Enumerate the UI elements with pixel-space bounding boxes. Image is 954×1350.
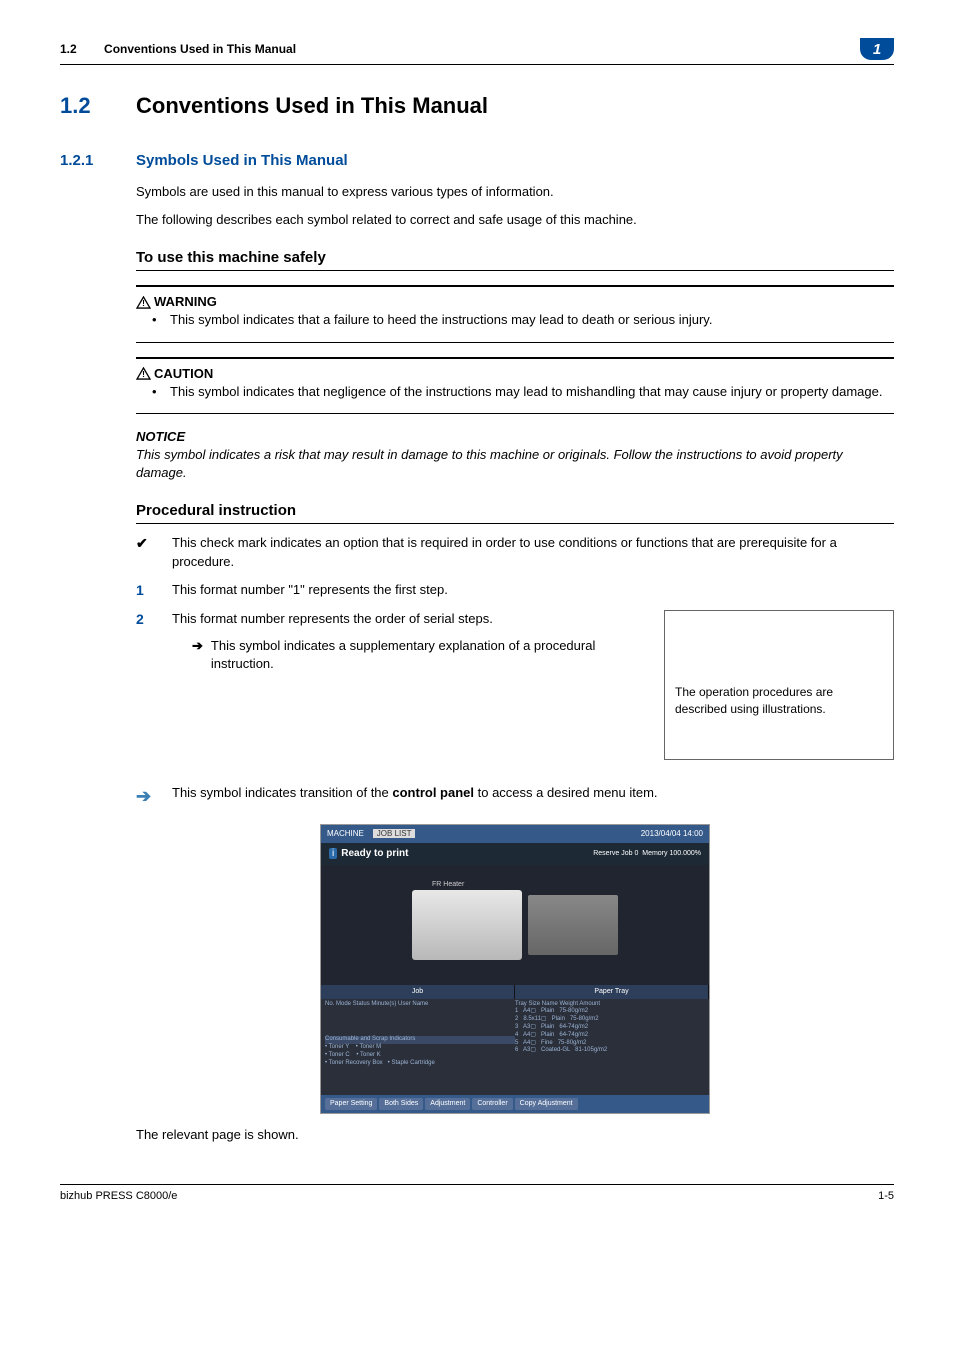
panel-top-bar: MACHINE JOB LIST 2013/04/04 14:00	[321, 825, 709, 843]
panel-bot3: Adjustment	[425, 1098, 470, 1110]
check-step: ✔ This check mark indicates an option th…	[136, 534, 894, 570]
panel-tab-machine: MACHINE	[327, 829, 364, 838]
page-footer: bizhub PRESS C8000/e 1-5	[60, 1184, 894, 1204]
chapter-badge: 1	[860, 38, 894, 60]
heater-label: FR Heater	[432, 880, 464, 890]
panel-reserve-label: Reserve Job	[593, 850, 632, 857]
step-text: This format number "1" represents the fi…	[172, 581, 894, 601]
panel-table: No. Mode Status Minute(s) User Name Cons…	[321, 999, 709, 1069]
caution-triangle-icon: !	[136, 367, 151, 380]
step-2: 2 This format number represents the orde…	[136, 610, 894, 760]
section-heading-text: Conventions Used in This Manual	[136, 93, 488, 118]
safely-heading: To use this machine safely	[136, 247, 894, 271]
panel-datetime: 2013/04/04 14:00	[641, 828, 703, 839]
warning-head: ! WARNING	[136, 293, 894, 311]
header-left: 1.2 Conventions Used in This Manual	[60, 41, 296, 58]
tray-headers: Tray Size Name Weight Amount	[515, 1001, 705, 1009]
panel-bottom-bar: Paper Setting Both Sides Adjustment Cont…	[321, 1095, 709, 1113]
footer-product: bizhub PRESS C8000/e	[60, 1189, 177, 1204]
transition-bold: control panel	[392, 785, 474, 800]
caution-head: ! CAUTION	[136, 365, 894, 383]
transition-row: ➔ This symbol indicates transition of th…	[136, 784, 894, 809]
step2-subtext: This symbol indicates a supplementary ex…	[211, 637, 652, 673]
header-section-number: 1.2	[60, 42, 77, 56]
caution-block: ! CAUTION This symbol indicates that neg…	[136, 357, 894, 414]
warning-triangle-icon: !	[136, 296, 151, 309]
panel-tab-joblist: JOB LIST	[373, 829, 416, 838]
printer-graphic: FR Heater	[412, 890, 522, 960]
arrow-right-icon: ➔	[192, 637, 203, 673]
notice-text: This symbol indicates a risk that may re…	[136, 446, 894, 482]
subsection-body: Symbols are used in this manual to expre…	[136, 183, 894, 1144]
warning-block: ! WARNING This symbol indicates that a f…	[136, 285, 894, 342]
check-mark-icon: ✔	[136, 534, 172, 570]
consumables-bar: Consumable and Scrap Indicators	[325, 1036, 515, 1044]
panel-memory-val: 100.000%	[669, 850, 701, 857]
relevant-text: The relevant page is shown.	[136, 1126, 894, 1144]
paragraph: Symbols are used in this manual to expre…	[136, 183, 894, 201]
step2-left: This format number represents the order …	[172, 610, 652, 760]
job-headers: No. Mode Status Minute(s) User Name	[325, 1001, 515, 1009]
panel-papertray: Paper Tray	[515, 985, 709, 999]
panel-jobtab: Job	[321, 985, 515, 999]
panel-bot5: Copy Adjustment	[515, 1098, 578, 1110]
step-list: ✔ This check mark indicates an option th…	[136, 534, 894, 760]
page-header: 1.2 Conventions Used in This Manual 1	[60, 38, 894, 65]
transition-text: This symbol indicates transition of the …	[172, 784, 894, 802]
subsection-text: Symbols Used in This Manual	[136, 152, 348, 169]
subsection-number: 1.2.1	[60, 150, 136, 171]
panel-status-text: Ready to print	[341, 848, 408, 859]
warning-list: This symbol indicates that a failure to …	[136, 311, 894, 329]
panel-tab-row: Job Paper Tray	[321, 985, 709, 999]
svg-text:!: !	[142, 369, 145, 379]
step2-body: This format number represents the order …	[172, 610, 894, 760]
illustration-caption: The operation procedures are described u…	[675, 684, 883, 718]
section-heading-number: 1.2	[60, 91, 136, 122]
panel-memory-label: Memory	[642, 850, 667, 857]
footer-page: 1-5	[878, 1189, 894, 1204]
tray-graphic	[528, 895, 618, 955]
caution-label: CAUTION	[154, 365, 213, 383]
svg-text:!: !	[142, 298, 145, 308]
panel-reserve-val: 0	[634, 850, 638, 857]
control-panel-screenshot: MACHINE JOB LIST 2013/04/04 14:00 i Ready…	[320, 824, 710, 1114]
check-text: This check mark indicates an option that…	[172, 534, 894, 570]
header-section-title: Conventions Used in This Manual	[104, 42, 296, 56]
step2-text: This format number represents the order …	[172, 610, 652, 628]
panel-bot2: Both Sides	[379, 1098, 423, 1110]
info-icon: i	[329, 848, 337, 859]
transition-prefix: This symbol indicates transition of the	[172, 785, 392, 800]
section-heading: 1.2Conventions Used in This Manual	[60, 91, 894, 122]
transition-suffix: to access a desired menu item.	[474, 785, 658, 800]
step-1: 1 This format number "1" represents the …	[136, 581, 894, 601]
caution-list: This symbol indicates that negligence of…	[136, 383, 894, 401]
panel-bot4: Controller	[472, 1098, 512, 1110]
subsection-heading: 1.2.1Symbols Used in This Manual	[60, 150, 894, 171]
step2-substep: ➔ This symbol indicates a supplementary …	[172, 637, 652, 673]
warning-item: This symbol indicates that a failure to …	[170, 311, 894, 329]
procedural-heading: Procedural instruction	[136, 500, 894, 524]
step-number: 1	[136, 581, 172, 601]
arrow-right-large-icon: ➔	[136, 784, 172, 809]
notice-label: NOTICE	[136, 428, 894, 446]
panel-status-row: i Ready to print Reserve Job 0 Memory 100…	[321, 843, 709, 865]
paragraph: The following describes each symbol rela…	[136, 211, 894, 229]
panel-main: FR Heater	[321, 865, 709, 985]
illustration-box: The operation procedures are described u…	[664, 610, 894, 760]
panel-bot1: Paper Setting	[325, 1098, 377, 1110]
caution-item: This symbol indicates that negligence of…	[170, 383, 894, 401]
warning-label: WARNING	[154, 293, 217, 311]
step-number: 2	[136, 610, 172, 760]
